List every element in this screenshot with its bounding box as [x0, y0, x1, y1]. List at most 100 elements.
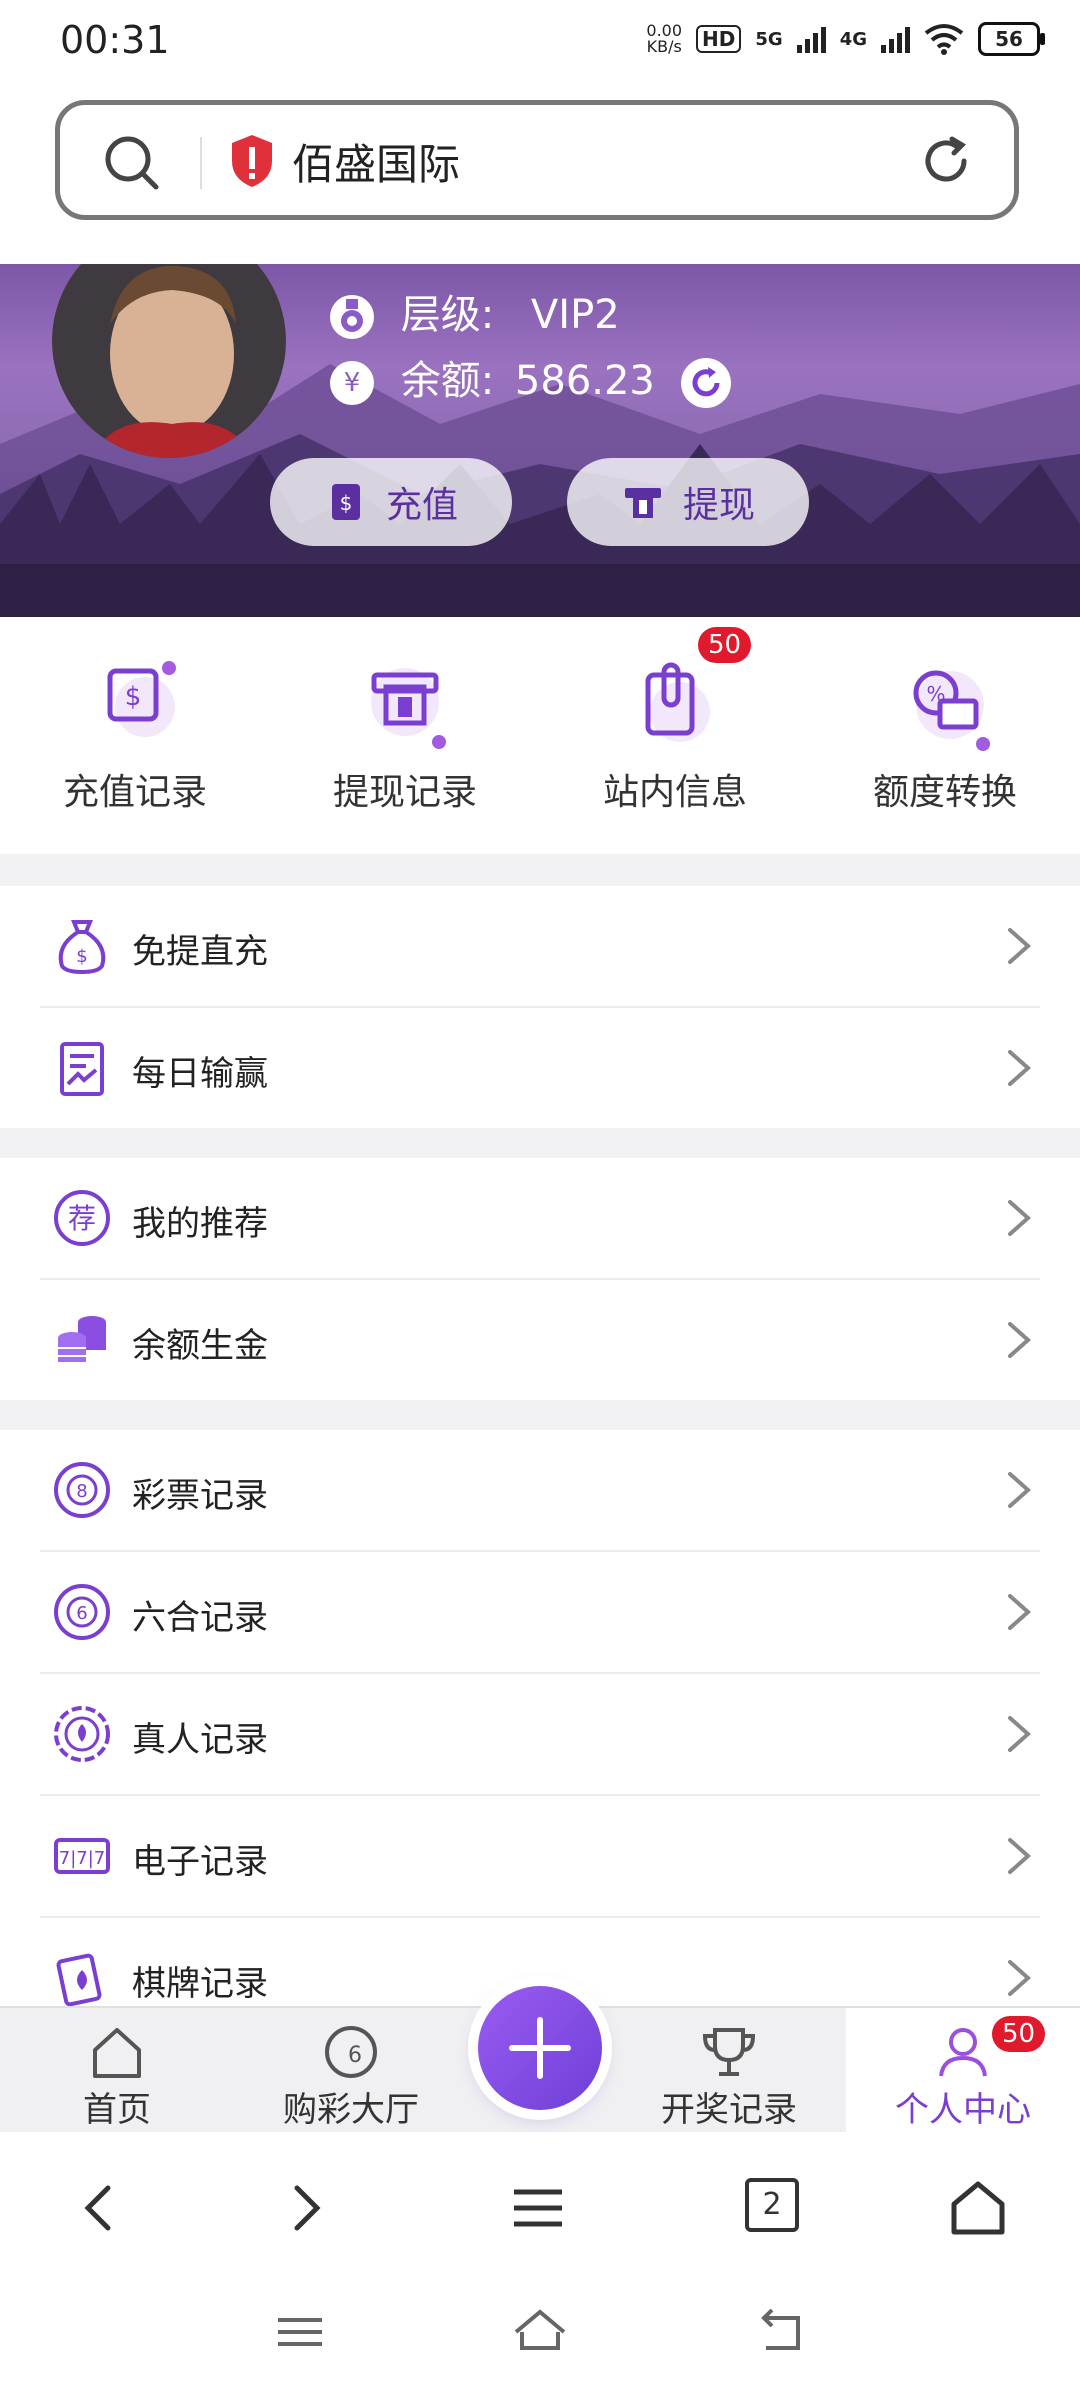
marksix-ball-icon: 6 — [54, 1584, 110, 1640]
wifi-icon — [924, 24, 964, 55]
menu-label: 真人记录 — [132, 1720, 268, 1760]
casino-chip-icon — [54, 1706, 110, 1762]
menu-label: 彩票记录 — [132, 1476, 268, 1516]
hd-icon: HD — [696, 25, 742, 53]
svg-text:6: 6 — [348, 2043, 362, 2068]
tab-draw-results-label: 开奖记录 — [661, 2090, 797, 2130]
level-row: 层级: VIP2 — [330, 282, 620, 340]
menu-label: 棋牌记录 — [132, 1964, 268, 2004]
level-label: 层级: — [400, 292, 495, 338]
tab-personal-center[interactable]: 个人中心 50 — [846, 2008, 1080, 2134]
quota-transfer-action[interactable]: % 额度转换 — [835, 657, 1055, 815]
quick-actions: $ 充值记录 提现记录 50 站内信息 % 额度转换 — [0, 617, 1080, 854]
menu-label: 余额生金 — [132, 1326, 268, 1366]
menu-item-live-casino-records[interactable]: 真人记录 — [40, 1674, 1040, 1796]
browser-home-icon[interactable] — [948, 2178, 1008, 2238]
withdraw-records-label: 提现记录 — [332, 772, 477, 813]
tab-lottery-hall[interactable]: 6 购彩大厅 — [234, 2008, 468, 2134]
search-icon[interactable] — [102, 133, 162, 193]
coins-stack-icon — [58, 1316, 106, 1362]
system-back-icon[interactable] — [752, 2304, 808, 2360]
balance-row: ¥ 余额: 586.23 — [330, 348, 732, 409]
menu-item-electronic-records[interactable]: 7|7|7 电子记录 — [40, 1796, 1040, 1918]
balance-value: 586.23 — [514, 358, 655, 404]
menu-group-referral: 荐 我的推荐 余额生金 — [0, 1158, 1080, 1400]
menu-item-daily-winloss[interactable]: 每日输赢 — [40, 1008, 1040, 1128]
chevron-right-icon — [1008, 1838, 1032, 1874]
site-messages-label: 站内信息 — [602, 772, 747, 813]
menu-label: 免提直充 — [132, 932, 268, 972]
add-button[interactable] — [478, 1986, 602, 2110]
menu-group-funds: $ 免提直充 每日输赢 — [0, 886, 1080, 1128]
signal-5g-label: 5G — [755, 28, 783, 50]
recharge-icon: $ — [331, 484, 360, 520]
menu-group-records: 8 彩票记录 6 六合记录 真人记录 7|7|7 电子记录 棋牌记录 — [0, 1430, 1080, 2006]
net-speed: 0.00 KB/s — [646, 21, 683, 56]
personal-badge: 50 — [992, 2016, 1046, 2052]
menu-item-free-withdraw-recharge[interactable]: $ 免提直充 — [40, 886, 1040, 1008]
back-icon[interactable] — [70, 2178, 130, 2238]
svg-text:$: $ — [125, 682, 142, 712]
user-icon — [939, 2028, 987, 2077]
withdraw-button[interactable]: 提现 — [567, 458, 809, 546]
chevron-right-icon — [1008, 1200, 1032, 1236]
svg-text:$: $ — [76, 946, 87, 967]
messages-badge: 50 — [698, 627, 752, 663]
status-time: 00:31 — [60, 18, 170, 62]
chevron-right-icon — [1008, 1594, 1032, 1630]
menu-item-balance-interest[interactable]: 余额生金 — [40, 1280, 1040, 1400]
medal-icon — [330, 295, 374, 339]
yuan-icon: ¥ — [330, 361, 374, 405]
withdraw-label: 提现 — [682, 485, 755, 526]
forward-icon[interactable] — [275, 2178, 335, 2238]
chevron-right-icon — [1008, 1322, 1032, 1358]
playing-card-icon — [56, 1953, 102, 2006]
recharge-label: 充值 — [385, 485, 458, 526]
browser-address-bar: 佰盛国际 — [0, 88, 1080, 264]
money-bag-icon: $ — [58, 920, 106, 975]
svg-text:7|7|7: 7|7|7 — [59, 1848, 106, 1869]
quota-transfer-label: 额度转换 — [872, 772, 1017, 813]
menu-icon[interactable] — [508, 2178, 568, 2238]
recharge-button[interactable]: $ 充值 — [270, 458, 512, 546]
warning-shield-icon[interactable] — [228, 133, 276, 189]
recharge-records-label: 充值记录 — [62, 772, 207, 813]
address-box[interactable]: 佰盛国际 — [55, 100, 1019, 220]
menu-item-my-referrals[interactable]: 荐 我的推荐 — [40, 1158, 1040, 1280]
chevron-right-icon — [1008, 1716, 1032, 1752]
menu-item-marksix-records[interactable]: 6 六合记录 — [40, 1552, 1040, 1674]
clipboard-icon: 50 — [630, 627, 752, 747]
battery-icon: 56 — [978, 22, 1045, 56]
chevron-right-icon — [1008, 1960, 1032, 1996]
svg-text:荐: 荐 — [68, 1202, 96, 1235]
site-name: 佰盛国际 — [292, 140, 461, 189]
recharge-records-icon: $ — [90, 657, 180, 747]
tab-home[interactable]: 首页 — [0, 2008, 234, 2134]
menu-item-lottery-records[interactable]: 8 彩票记录 — [40, 1430, 1040, 1552]
withdraw-records-icon — [360, 657, 450, 749]
signal-icon — [881, 25, 910, 53]
chevron-right-icon — [1008, 1050, 1032, 1086]
menu-label: 电子记录 — [132, 1842, 268, 1882]
referral-icon: 荐 — [54, 1190, 110, 1246]
svg-text:8: 8 — [76, 1481, 87, 1502]
browser-navigation: 2 — [0, 2132, 1080, 2408]
divider — [200, 137, 202, 189]
refresh-balance-icon[interactable] — [680, 357, 732, 409]
reload-icon[interactable] — [918, 133, 974, 189]
tab-draw-results[interactable]: 开奖记录 — [612, 2008, 846, 2134]
withdraw-records-action[interactable]: 提现记录 — [295, 657, 515, 815]
menu-label: 我的推荐 — [132, 1204, 268, 1244]
system-menu-icon[interactable] — [272, 2304, 328, 2360]
quota-transfer-icon: % — [900, 657, 990, 751]
system-home-icon[interactable] — [512, 2304, 568, 2360]
tabs-count-button[interactable]: 2 — [745, 2178, 799, 2232]
signal-4g-label: 4G — [839, 28, 867, 50]
recharge-records-action[interactable]: $ 充值记录 — [25, 657, 245, 815]
site-messages-action[interactable]: 50 站内信息 — [565, 627, 785, 815]
chevron-right-icon — [1008, 928, 1032, 964]
tab-home-label: 首页 — [83, 2090, 151, 2130]
slot-machine-icon: 7|7|7 — [54, 1838, 110, 1874]
profile-banner: 层级: VIP2 ¥ 余额: 586.23 $ 充值 提现 — [0, 264, 1080, 617]
status-bar: 00:31 0.00 KB/s HD 5G 4G 56 — [0, 0, 1080, 88]
